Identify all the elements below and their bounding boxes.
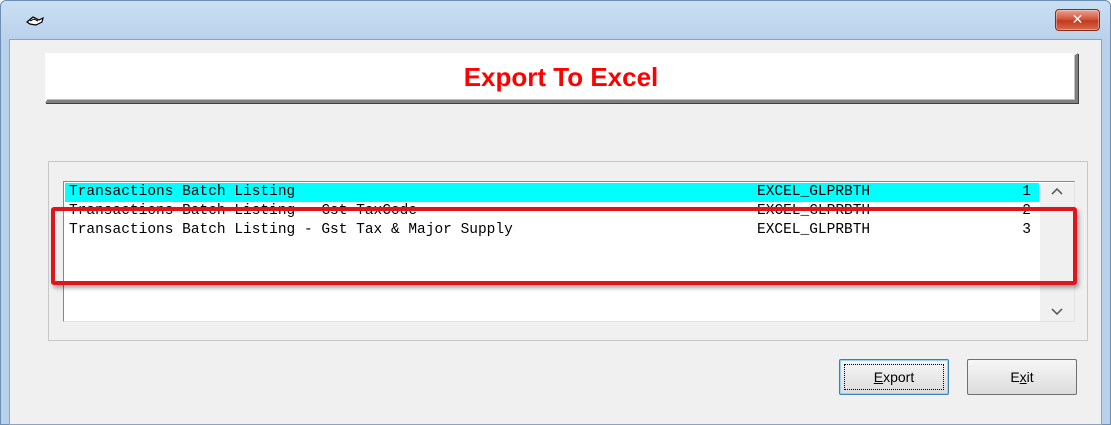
list-item[interactable]: Transactions Batch Listing EXCEL_GLPRBTH… bbox=[65, 183, 1039, 202]
dialog-window: ✕ Export To Excel Transactions Batch Lis… bbox=[0, 0, 1111, 425]
chevron-down-icon[interactable] bbox=[1040, 304, 1074, 321]
list-item-code: EXCEL_GLPRBTH bbox=[757, 184, 871, 200]
app-icon bbox=[25, 16, 44, 26]
chevron-up-icon[interactable] bbox=[1040, 183, 1074, 200]
list-item-number: 1 bbox=[1022, 184, 1031, 200]
highlight-annotation-box bbox=[51, 207, 1077, 285]
exit-button[interactable]: Exit bbox=[967, 359, 1077, 395]
list-item-description: Transactions Batch Listing bbox=[69, 184, 296, 200]
exit-button-label: Exit bbox=[1010, 369, 1034, 385]
title-bar[interactable]: ✕ bbox=[1, 1, 1110, 39]
header-panel: Export To Excel bbox=[45, 53, 1078, 103]
export-button[interactable]: Export bbox=[839, 359, 949, 395]
focus-rectangle bbox=[844, 364, 944, 390]
close-button[interactable]: ✕ bbox=[1055, 9, 1100, 31]
page-title: Export To Excel bbox=[463, 62, 659, 92]
